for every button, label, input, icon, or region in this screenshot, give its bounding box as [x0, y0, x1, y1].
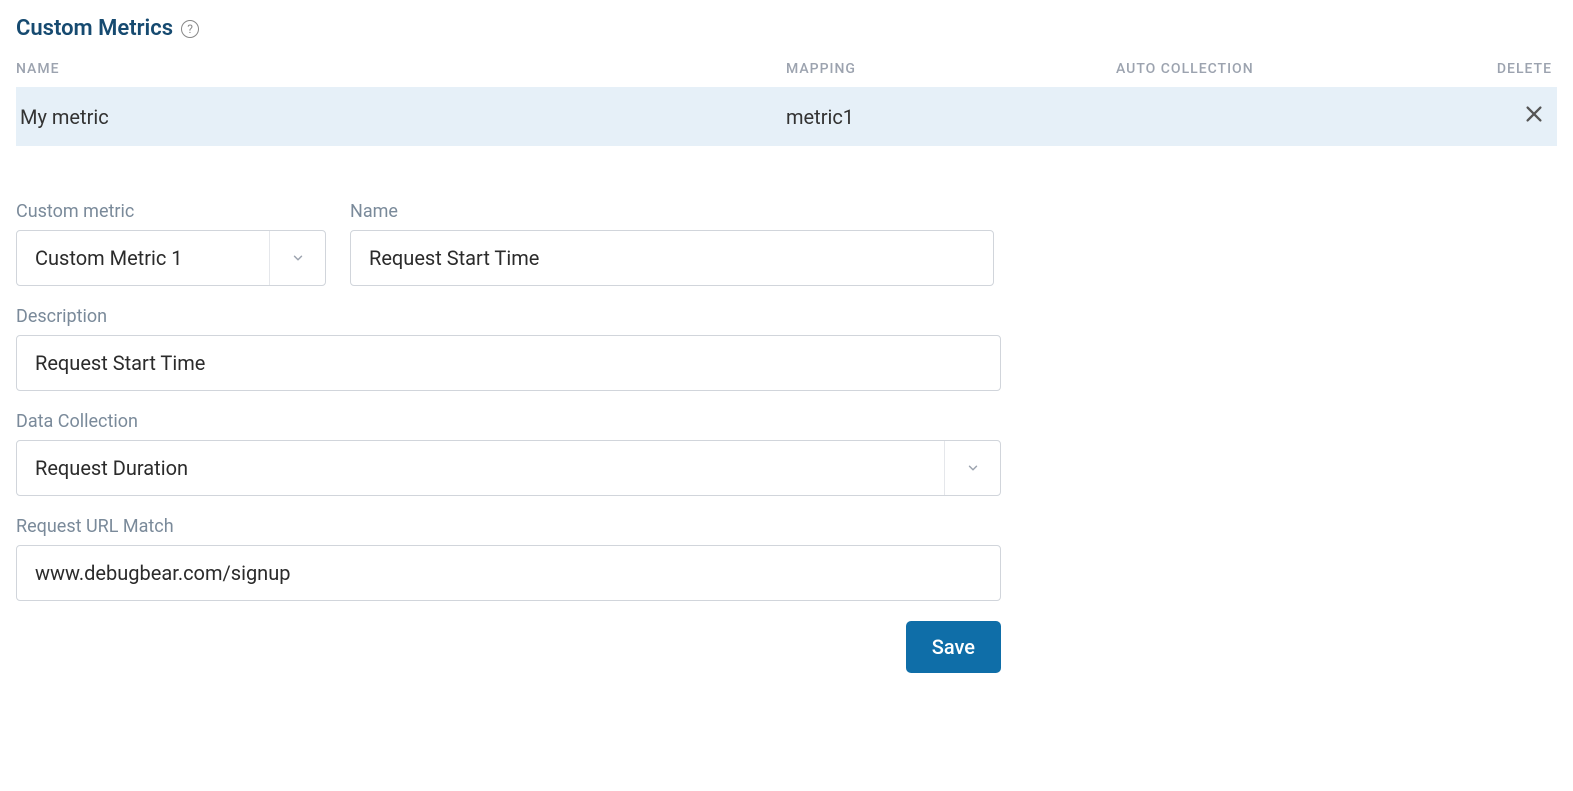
request-url-match-input[interactable]: [16, 545, 1001, 601]
cell-name: My metric: [16, 105, 786, 129]
form-group-name: Name: [350, 201, 994, 286]
table-row[interactable]: My metric metric1: [16, 87, 1557, 146]
form-group-custom-metric: Custom metric Custom Metric 1: [16, 201, 326, 286]
data-collection-select[interactable]: Request Duration: [16, 440, 1001, 496]
data-collection-label: Data Collection: [16, 411, 1001, 432]
form-group-request-url-match: Request URL Match: [16, 516, 1001, 601]
page-header: Custom Metrics ?: [16, 16, 1557, 41]
form-group-description: Description: [16, 306, 1001, 391]
column-header-mapping: MAPPING: [786, 61, 1116, 77]
data-collection-value: Request Duration: [17, 456, 944, 480]
request-url-match-label: Request URL Match: [16, 516, 1001, 537]
column-header-delete: DELETE: [1486, 61, 1557, 77]
delete-icon[interactable]: [1521, 103, 1545, 127]
cell-mapping: metric1: [786, 105, 1116, 129]
form-container: Custom metric Custom Metric 1 Name Descr…: [16, 201, 1001, 673]
description-input[interactable]: [16, 335, 1001, 391]
description-label: Description: [16, 306, 1001, 327]
column-header-auto-collection: AUTO COLLECTION: [1116, 61, 1486, 77]
custom-metric-select[interactable]: Custom Metric 1: [16, 230, 326, 286]
cell-delete: [1486, 103, 1557, 130]
custom-metric-value: Custom Metric 1: [17, 246, 269, 270]
save-button[interactable]: Save: [906, 621, 1001, 673]
form-group-data-collection: Data Collection Request Duration: [16, 411, 1001, 496]
help-icon[interactable]: ?: [181, 20, 199, 38]
name-label: Name: [350, 201, 994, 222]
custom-metric-label: Custom metric: [16, 201, 326, 222]
table-header: NAME MAPPING AUTO COLLECTION DELETE: [16, 61, 1557, 87]
chevron-down-icon[interactable]: [269, 231, 325, 285]
name-input[interactable]: [350, 230, 994, 286]
chevron-down-icon[interactable]: [944, 441, 1000, 495]
button-row: Save: [16, 621, 1001, 673]
page-title: Custom Metrics: [16, 16, 173, 41]
column-header-name: NAME: [16, 61, 786, 77]
